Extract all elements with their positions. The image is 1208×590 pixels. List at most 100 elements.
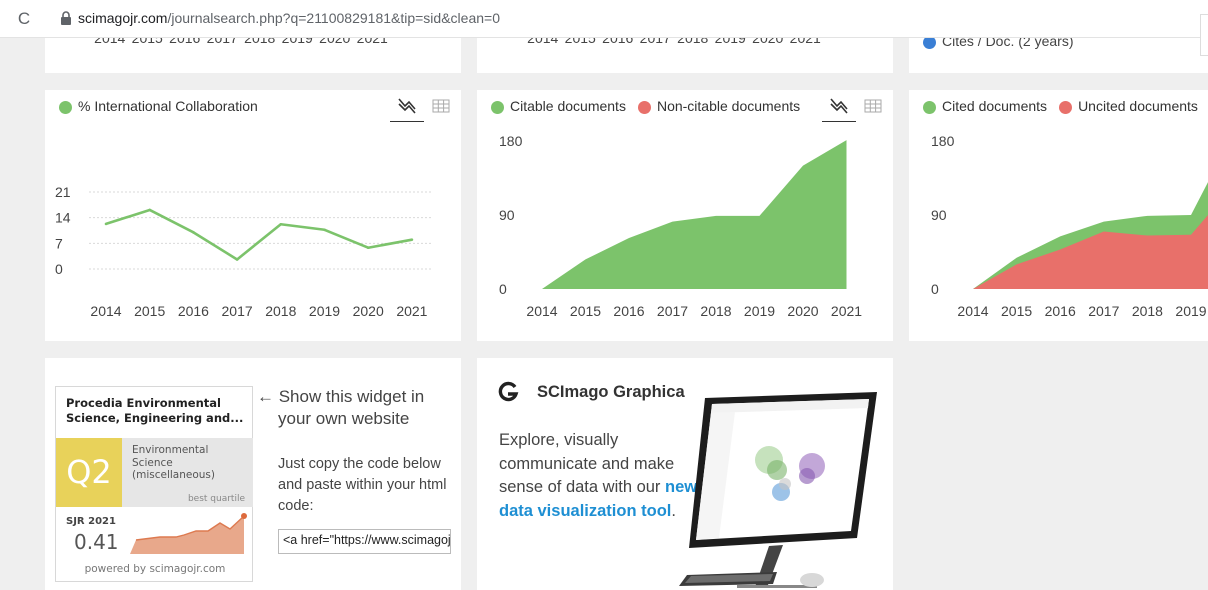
x-tick-label: 2018 bbox=[700, 303, 731, 319]
x-tick-label: 2015 bbox=[564, 38, 596, 46]
y-tick-label: 90 bbox=[499, 207, 515, 223]
lock-icon bbox=[61, 11, 71, 25]
x-tick-label: 2017 bbox=[206, 38, 238, 46]
y-tick-label: 180 bbox=[931, 133, 955, 149]
x-tick-label: 2015 bbox=[1001, 303, 1032, 319]
sparkline-endpoint bbox=[241, 513, 247, 519]
page-content: 2014 2015 2016 2017 2018 2019 2020 2021 2014 201… bbox=[0, 38, 1208, 590]
y-tick-label: 0 bbox=[499, 281, 507, 297]
x-tick-label: 2020 bbox=[319, 38, 351, 46]
x-tick-label: 2021 bbox=[831, 303, 862, 319]
x-tick-label: 2017 bbox=[657, 303, 688, 319]
x-tick-label: 2017 bbox=[1088, 303, 1119, 319]
graphica-card: SCImago Graphica Explore, visually commu… bbox=[477, 358, 893, 590]
y-tick-label: 0 bbox=[55, 261, 63, 277]
x-tick-label: 2015 bbox=[131, 38, 163, 46]
top-axis-2: 2014 2015 2016 2017 2018 2019 2020 2021 bbox=[524, 38, 824, 46]
category-label: Environmental Science (miscellaneous) bbox=[132, 444, 215, 481]
y-tick-label: 14 bbox=[55, 210, 71, 226]
y-tick-label: 90 bbox=[931, 207, 947, 223]
sjr-value: 0.41 bbox=[74, 530, 119, 554]
embed-code-field[interactable]: <a href="https://www.scimagojr.com/journ… bbox=[278, 529, 451, 554]
data-point bbox=[323, 228, 326, 232]
sjr-widget[interactable]: Procedia Environmental Science, Engineer… bbox=[55, 386, 253, 582]
x-tick-label: 2015 bbox=[570, 303, 601, 319]
data-point bbox=[410, 238, 414, 241]
x-tick-label: 2019 bbox=[744, 303, 775, 319]
x-tick-label: 2017 bbox=[639, 38, 671, 46]
graphica-computer-illustration bbox=[679, 392, 877, 588]
x-tick-label: 2014 bbox=[526, 303, 557, 319]
x-tick-label: 2018 bbox=[677, 38, 709, 46]
data-point bbox=[235, 258, 239, 261]
y-tick-label: 7 bbox=[55, 235, 63, 251]
copy-instructions: Just copy the code below and paste withi… bbox=[278, 456, 447, 514]
graphica-logo-icon bbox=[498, 381, 519, 402]
citable-docs-chart: 0 90 180 2014 2015 2016 2017 2018 2019 2020 2021 bbox=[499, 133, 862, 319]
top-axis-1: 2014 2015 2016 2017 2018 2019 2020 2021 bbox=[91, 38, 391, 46]
x-tick-label: 2017 bbox=[222, 303, 253, 319]
url-field[interactable]: scimagojr.com/journalsearch.php?q=211008… bbox=[78, 10, 500, 26]
widget-journal-title: Procedia Environmental Science, Engineer… bbox=[66, 396, 244, 425]
x-tick-label: 2019 bbox=[309, 303, 340, 319]
show-widget-heading: ← Show this widget in your own website bbox=[257, 386, 424, 430]
category-box: Environmental Science (miscellaneous) be… bbox=[122, 438, 253, 507]
x-tick-label: 2019 bbox=[281, 38, 313, 46]
show-widget-line-1: ← Show this widget in bbox=[257, 387, 425, 406]
browser-address-bar: C scimagojr.com/journalsearch.php?q=2110… bbox=[0, 0, 1208, 38]
url-host: scimagojr.com bbox=[78, 10, 168, 26]
show-widget-line-2: your own website bbox=[278, 409, 410, 428]
data-point bbox=[104, 222, 108, 226]
sjr-sparkline bbox=[130, 513, 247, 554]
x-tick-label: 2021 bbox=[396, 303, 427, 319]
x-tick-label: 2018 bbox=[1132, 303, 1163, 319]
y-tick-label: 0 bbox=[931, 281, 939, 297]
x-tick-label: 2020 bbox=[752, 38, 784, 46]
intl-collab-chart: 0 7 14 21 2014 2015 2016 2017 2018 2019 2020 2021 bbox=[55, 184, 433, 319]
x-tick-label: 2021 bbox=[789, 38, 821, 46]
data-point bbox=[279, 222, 283, 226]
x-tick-label: 2014 bbox=[527, 38, 559, 46]
top-card-1: 2014 2015 2016 2017 2018 2019 2020 2021 bbox=[45, 38, 461, 73]
widget-card: Procedia Environmental Science, Engineer… bbox=[45, 358, 461, 590]
x-tick-label: 2018 bbox=[265, 303, 296, 319]
quartile-badge: Q2 bbox=[56, 438, 122, 507]
data-point bbox=[192, 231, 195, 234]
x-tick-label: 2015 bbox=[134, 303, 165, 319]
y-tick-label: 21 bbox=[55, 184, 71, 200]
cited-docs-chart: 0 90 180 2014 2015 2016 2017 2018 2019 bbox=[931, 133, 1208, 319]
x-tick-label: 2016 bbox=[178, 303, 209, 319]
x-tick-label: 2016 bbox=[613, 303, 644, 319]
y-tick-label: 180 bbox=[499, 133, 523, 149]
x-tick-label: 2016 bbox=[1045, 303, 1076, 319]
area-citable bbox=[542, 140, 847, 289]
x-tick-label: 2019 bbox=[1175, 303, 1206, 319]
graphica-text: Explore, visually communicate and make s… bbox=[499, 431, 675, 496]
citable-docs-card: Citable documents Non-citable documents 0… bbox=[477, 90, 893, 341]
sjr-year-label: SJR 2021 bbox=[66, 516, 116, 527]
legend-cites-per-doc[interactable]: Cites / Doc. (2 years) bbox=[923, 38, 1073, 49]
intl-collab-card: % International Collaboration 0 7 14 21 2014… bbox=[45, 90, 461, 341]
cited-docs-card: Cited documents Uncited documents 0 90 180 2… bbox=[909, 90, 1208, 341]
extension-popup-edge bbox=[1200, 14, 1208, 56]
x-tick-label: 2016 bbox=[169, 38, 201, 46]
x-tick-label: 2021 bbox=[356, 38, 388, 46]
x-tick-label: 2020 bbox=[353, 303, 384, 319]
x-tick-label: 2018 bbox=[244, 38, 276, 46]
x-tick-label: 2014 bbox=[94, 38, 126, 46]
x-tick-label: 2016 bbox=[602, 38, 634, 46]
legend-dot bbox=[923, 38, 936, 49]
top-card-3: Cites / Doc. (2 years) bbox=[909, 38, 1208, 73]
data-point bbox=[366, 246, 370, 250]
legend-label: Cites / Doc. (2 years) bbox=[942, 38, 1074, 49]
x-tick-label: 2019 bbox=[714, 38, 746, 46]
powered-by-label: powered by scimagojr.com bbox=[84, 563, 226, 575]
url-path: /journalsearch.php?q=21100829181&tip=sid… bbox=[167, 10, 500, 26]
x-tick-label: 2020 bbox=[787, 303, 818, 319]
reload-icon[interactable]: C bbox=[14, 9, 34, 29]
best-quartile-label: best quartile bbox=[187, 494, 245, 504]
x-tick-label: 2014 bbox=[957, 303, 988, 319]
data-point bbox=[148, 208, 151, 212]
top-card-2: 2014 2015 2016 2017 2018 2019 2020 2021 bbox=[477, 38, 893, 73]
x-tick-label: 2014 bbox=[90, 303, 121, 319]
